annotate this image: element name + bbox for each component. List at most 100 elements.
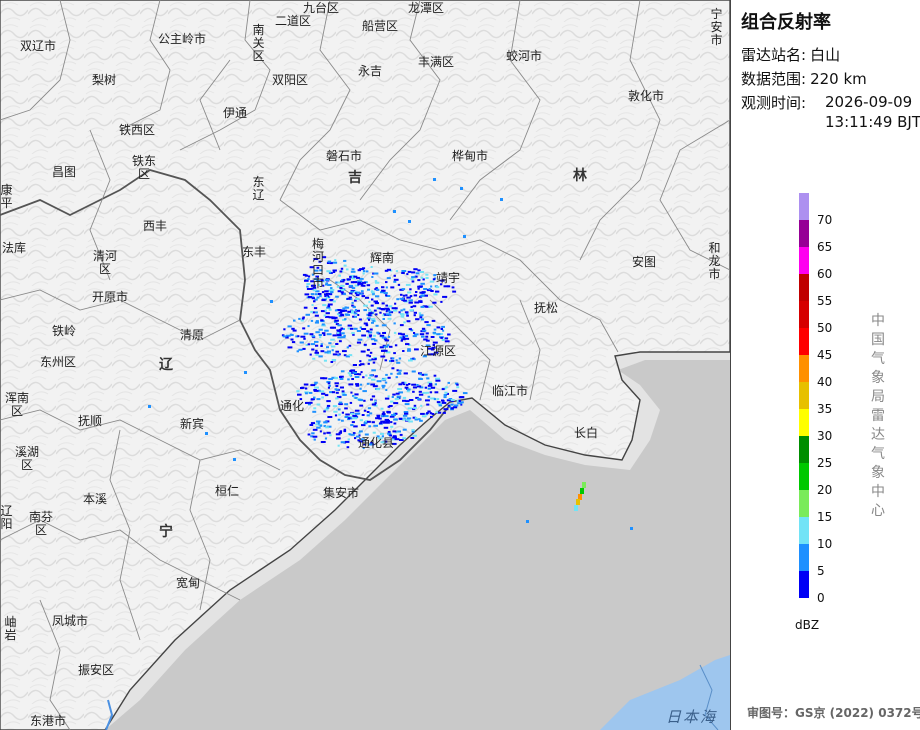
range-value: 220 km: [810, 70, 867, 88]
city-label: 凤城市: [52, 614, 89, 628]
province-label: 吉: [348, 170, 362, 186]
legend-label: 30: [817, 429, 833, 443]
city-label: 南关区: [252, 23, 265, 63]
range-row: 数据范围: 220 km: [741, 68, 867, 89]
city-label: 梨树: [92, 73, 117, 87]
city-label: 岫岩: [4, 615, 17, 642]
legend-swatch: [799, 490, 809, 517]
legend-label: 0: [817, 591, 825, 605]
city-label: 梅河口市: [311, 237, 324, 290]
city-label: 宽甸: [176, 576, 201, 590]
city-label: 铁东区: [131, 154, 156, 181]
sea-label: 日本海: [666, 708, 718, 726]
legend-swatch: [799, 301, 809, 328]
legend-swatch: [799, 463, 809, 490]
city-label: 公主岭市: [158, 32, 207, 46]
agency-label: 中国气象局雷达气象中心: [871, 313, 885, 519]
time-value: 2026-09-09 13:11:49 BJT: [825, 93, 920, 131]
legend-label: 55: [817, 294, 833, 308]
city-label: 丰满区: [418, 55, 455, 69]
city-label: 敦化市: [628, 89, 665, 103]
city-label: 东州区: [40, 355, 77, 369]
legend-label: 35: [817, 402, 833, 416]
map-base: [0, 0, 730, 730]
legend-label: 25: [817, 456, 833, 470]
city-label: 抚顺: [78, 414, 103, 428]
approval-number: 审图号：GS京 (2022) 0372号: [747, 706, 920, 720]
city-label: 东辽: [252, 175, 265, 202]
city-label: 龙潭区: [408, 1, 445, 15]
legend-swatch: [799, 517, 809, 544]
range-label: 数据范围:: [741, 70, 807, 88]
city-label: 双辽市: [20, 39, 57, 53]
legend-label: 60: [817, 267, 833, 281]
province-label: 宁: [159, 524, 173, 540]
city-label: 江源区: [420, 344, 457, 358]
legend-swatch: [799, 355, 809, 382]
city-label: 开原市: [92, 290, 129, 304]
city-label: 双阳区: [272, 73, 309, 87]
legend-label: 45: [817, 348, 833, 362]
legend-swatch: [799, 220, 809, 247]
city-label: 辉南: [370, 251, 395, 265]
time-row: 观测时间: 2026-09-09 13:11:49 BJT: [741, 92, 920, 131]
city-label: 永吉: [358, 64, 383, 78]
legend-swatch: [799, 382, 809, 409]
legend-label: 40: [817, 375, 833, 389]
city-label: 法库: [2, 241, 27, 255]
city-label: 通化县: [358, 436, 395, 450]
unit-label: dBZ: [795, 618, 820, 632]
city-label: 东港市: [30, 714, 67, 728]
city-label: 抚松: [534, 301, 559, 315]
station-row: 雷达站名: 白山: [741, 44, 840, 65]
station-value: 白山: [810, 46, 841, 64]
city-label: 铁岭: [52, 324, 77, 338]
city-label: 清原: [180, 328, 205, 342]
legend-label: 10: [817, 537, 833, 551]
city-label: 临江市: [492, 384, 529, 398]
city-label: 铁西区: [119, 123, 156, 137]
city-label: 昌图: [52, 165, 77, 179]
legend-label: 5: [817, 564, 825, 578]
city-label: 集安市: [323, 486, 360, 500]
city-label: 辽阳: [0, 504, 13, 531]
legend-swatch: [799, 409, 809, 436]
legend-label: 65: [817, 240, 833, 254]
legend-swatch: [799, 436, 809, 463]
legend-swatch: [799, 193, 809, 220]
legend-swatch: [799, 571, 809, 598]
city-label: 伊通: [223, 106, 248, 120]
city-label: 通化: [280, 399, 305, 413]
city-label: 南芬区: [28, 510, 53, 537]
legend-label: 70: [817, 213, 833, 227]
legend-label: 50: [817, 321, 833, 335]
time-label: 观测时间:: [741, 94, 807, 112]
city-label: 康平: [0, 183, 13, 210]
city-label: 新宾: [180, 417, 205, 431]
city-label: 长白: [574, 426, 599, 440]
city-label: 安图: [632, 255, 657, 269]
city-label: 宁安市: [710, 7, 723, 47]
city-label: 磐石市: [326, 149, 363, 163]
city-label: 和龙市: [708, 241, 721, 281]
legend-swatch: [799, 328, 809, 355]
legend-swatch: [799, 247, 809, 274]
station-label: 雷达站名:: [741, 46, 807, 64]
legend-label: 20: [817, 483, 833, 497]
city-label: 桓仁: [215, 484, 240, 498]
city-label: 浑南区: [4, 391, 29, 418]
legend-label: 15: [817, 510, 833, 524]
city-label: 本溪: [83, 492, 108, 506]
legend-swatch: [799, 544, 809, 571]
city-label: 振安区: [78, 663, 115, 677]
radar-map[interactable]: 九台区 龙潭区 二道区 船营区 宁安市 双辽市 公主岭市 南关区 双阳区 永吉 …: [0, 0, 730, 730]
legend-swatch: [799, 274, 809, 301]
city-label: 西丰: [143, 219, 168, 233]
product-title: 组合反射率: [741, 12, 831, 33]
province-label: 辽: [159, 357, 173, 373]
province-label: 林: [573, 168, 587, 184]
city-label: 船营区: [362, 19, 399, 33]
city-label: 桦甸市: [452, 149, 489, 163]
city-label: 靖宇: [436, 271, 461, 285]
info-panel: 组合反射率 雷达站名: 白山 数据范围: 220 km 观测时间: 2026-09-0…: [730, 0, 920, 730]
